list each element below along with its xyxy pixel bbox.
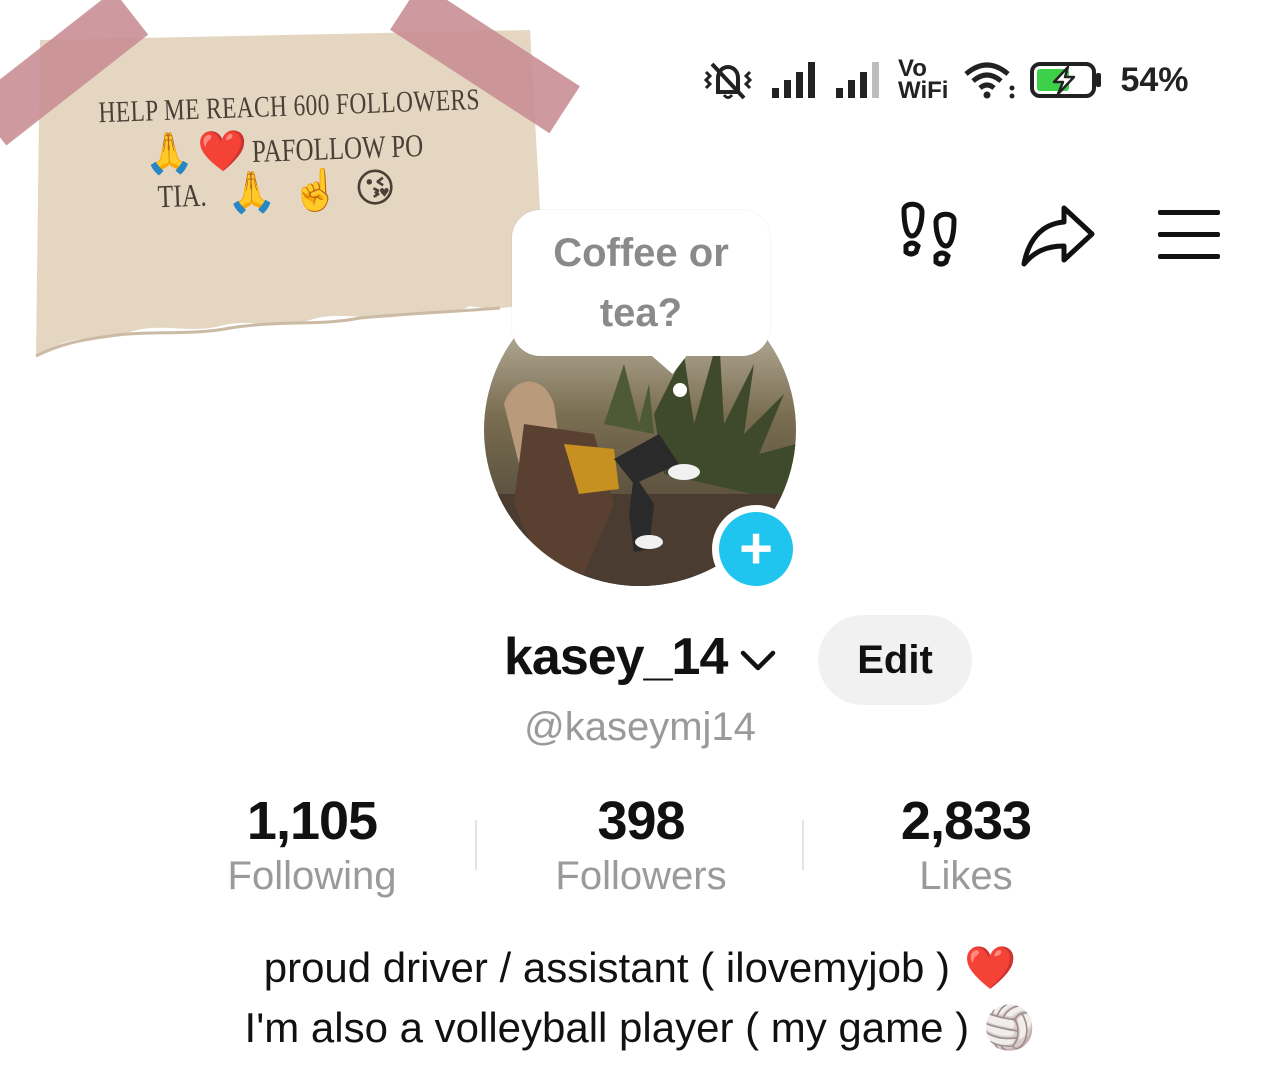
stat-label: Following	[227, 854, 397, 898]
pray-emoji: 🙏	[225, 169, 278, 217]
menu-icon	[1158, 210, 1220, 259]
user-handle: @kaseymj14	[524, 705, 756, 749]
stat-followers[interactable]: 398 Followers	[476, 790, 806, 899]
bubble-text-line1: Coffee or	[553, 231, 729, 275]
stat-value: 2,833	[900, 791, 1032, 851]
kiss-emoji: 😘	[353, 164, 397, 213]
footprints-icon	[901, 201, 957, 267]
heart-emoji: ❤️	[197, 128, 249, 176]
point-up-emoji: ☝️	[289, 166, 342, 215]
sticky-note: Help me reach 600 followers 🙏 ❤️ Pafollo…	[0, 0, 600, 380]
vowifi-bottom-text: WiFi	[898, 77, 949, 104]
footprints-button[interactable]	[896, 200, 962, 275]
stat-following[interactable]: 1,105 Following	[147, 790, 477, 899]
share-button[interactable]	[1020, 200, 1098, 275]
plus-icon: +	[719, 512, 793, 586]
bubble-dot	[673, 383, 687, 397]
signal-icon	[836, 62, 879, 98]
pray-emoji: 🙏	[143, 130, 195, 178]
username-row: kasey_14 Edit	[0, 615, 1280, 705]
bio-line: proud driver / assistant ( ilovemyjob ) …	[0, 938, 1280, 998]
stat-value: 398	[597, 791, 685, 851]
stat-label: Followers	[555, 854, 727, 898]
note-tia-text: TIA.	[156, 176, 208, 214]
note-follow-text: Pafollow po	[250, 126, 424, 169]
stat-value: 1,105	[246, 791, 378, 851]
note-bubble[interactable]: Coffee or tea?	[512, 210, 770, 356]
mute-vibrate-icon	[703, 62, 753, 100]
status-bar: Vo WiFi 54%	[700, 57, 1189, 104]
edit-profile-button[interactable]: Edit	[818, 615, 972, 705]
battery-charging-icon	[1030, 62, 1102, 98]
note-text: Help me reach 600 followers 🙏 ❤️ Pafollo…	[98, 83, 480, 218]
bio-line1-text: proud driver / assistant ( ilovemyjob )	[263, 944, 950, 991]
stat-likes[interactable]: 2,833 Likes	[801, 790, 1131, 899]
profile-page: Help me reach 600 followers 🙏 ❤️ Pafollo…	[0, 0, 1280, 1080]
volleyball-emoji: 🏐	[983, 1003, 1036, 1052]
bio-line: I'm also a volleyball player ( my game )…	[0, 998, 1280, 1058]
bubble-text-line2: tea?	[599, 291, 683, 335]
username[interactable]: kasey_14	[504, 627, 728, 687]
signal-icon	[772, 62, 815, 98]
vowifi-icon: Vo WiFi	[898, 57, 949, 104]
battery-percentage: 54%	[1120, 60, 1189, 99]
heart-emoji: ❤️	[963, 943, 1017, 992]
chevron-down-icon[interactable]	[740, 649, 776, 673]
stat-label: Likes	[919, 854, 1013, 898]
bio-line2-text: I'm also a volleyball player ( my game )	[244, 1004, 970, 1051]
add-story-button[interactable]: +	[712, 505, 800, 593]
menu-button[interactable]	[1156, 206, 1222, 267]
bubble-text: Coffee or tea?	[553, 223, 729, 343]
wifi-icon	[964, 62, 1015, 99]
bio: proud driver / assistant ( ilovemyjob ) …	[0, 938, 1280, 1058]
share-icon	[1021, 205, 1095, 267]
